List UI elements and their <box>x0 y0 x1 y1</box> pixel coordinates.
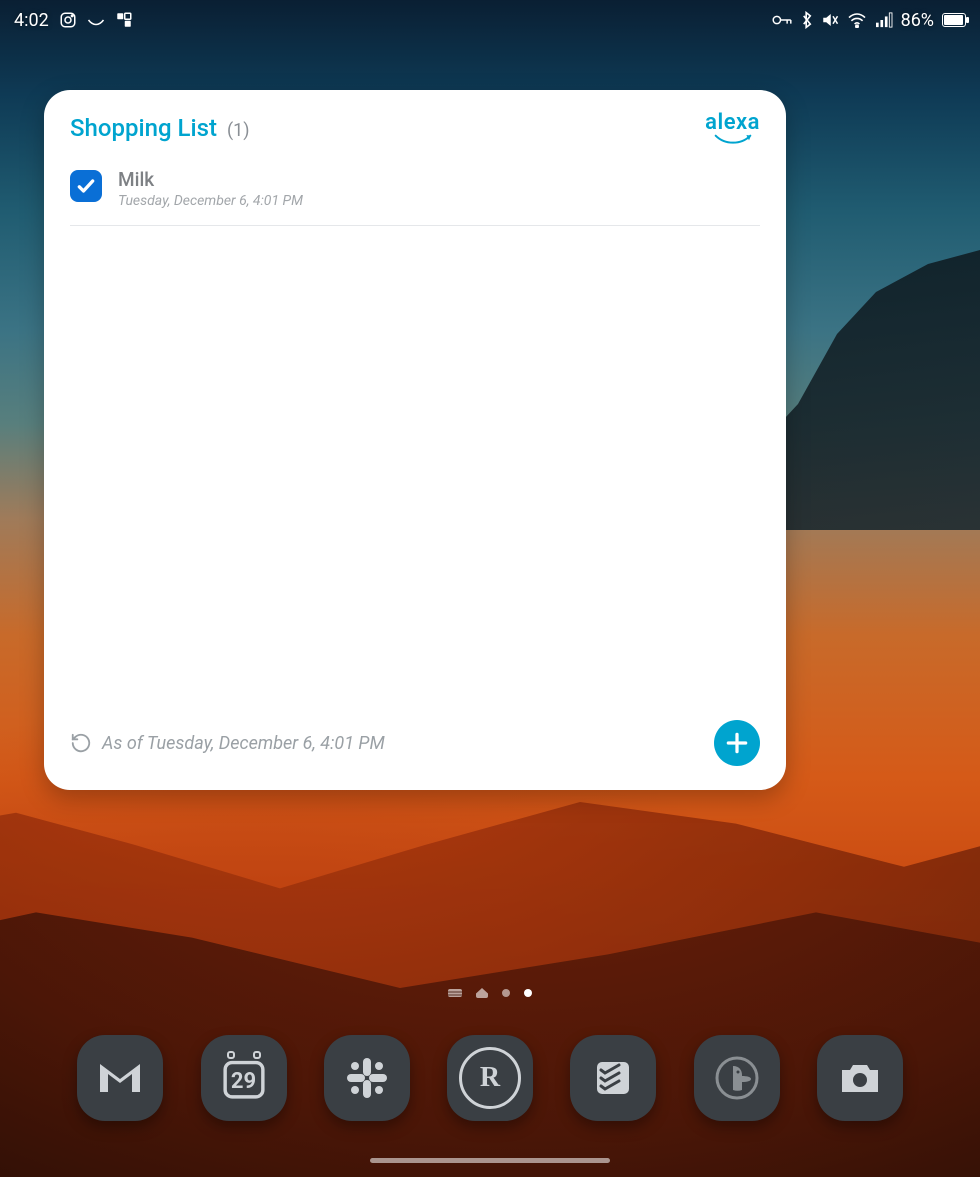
alexa-logo: alexa <box>705 112 760 144</box>
camera-icon <box>836 1054 884 1102</box>
check-icon <box>76 176 96 196</box>
footer-text: As of Tuesday, December 6, 4:01 PM <box>102 733 385 754</box>
duckduckgo-icon <box>713 1054 761 1102</box>
battery-percent: 86% <box>901 10 934 31</box>
notif-icon <box>87 14 105 26</box>
widget-title[interactable]: Shopping List <box>70 114 217 142</box>
app-slack[interactable] <box>324 1035 410 1121</box>
page-indicator[interactable] <box>448 988 532 998</box>
gesture-nav-bar[interactable] <box>370 1158 610 1163</box>
status-time: 4:02 <box>14 10 49 31</box>
instagram-notif-icon <box>59 11 77 29</box>
widget-list: Milk Tuesday, December 6, 4:01 PM <box>44 158 786 708</box>
item-timestamp: Tuesday, December 6, 4:01 PM <box>118 193 303 209</box>
widget-header: Shopping List (1) alexa <box>44 112 786 158</box>
home-screen[interactable]: 4:02 <box>0 0 980 1177</box>
mute-icon <box>821 11 839 29</box>
page-dot-active[interactable] <box>524 989 532 997</box>
page-dot-drawer[interactable] <box>448 989 462 997</box>
notif-icon <box>115 11 133 29</box>
slack-icon <box>343 1054 391 1102</box>
vpn-icon <box>771 13 793 27</box>
page-dot-home[interactable] <box>476 988 488 998</box>
todoist-icon <box>589 1054 637 1102</box>
signal-icon <box>875 12 893 28</box>
widget-footer: As of Tuesday, December 6, 4:01 PM <box>44 708 786 770</box>
app-calendar[interactable]: 29 <box>201 1035 287 1121</box>
wifi-icon <box>847 12 867 28</box>
app-r[interactable]: R <box>447 1035 533 1121</box>
add-item-button[interactable] <box>714 720 760 766</box>
status-bar: 4:02 <box>0 0 980 40</box>
gmail-icon <box>96 1054 144 1102</box>
list-item[interactable]: Milk Tuesday, December 6, 4:01 PM <box>70 158 760 226</box>
app-gmail[interactable] <box>77 1035 163 1121</box>
app-duckduckgo[interactable] <box>694 1035 780 1121</box>
bluetooth-icon <box>801 11 813 29</box>
app-todoist[interactable] <box>570 1035 656 1121</box>
calendar-day: 29 <box>231 1069 256 1094</box>
dock: 29 R <box>0 1035 980 1121</box>
app-camera[interactable] <box>817 1035 903 1121</box>
alexa-shopping-list-widget[interactable]: Shopping List (1) alexa Milk Tuesday, De… <box>44 90 786 790</box>
battery-icon <box>942 13 966 27</box>
app-r-label: R <box>480 1062 500 1094</box>
refresh-icon[interactable] <box>70 732 92 754</box>
checkbox-checked[interactable] <box>70 170 102 202</box>
item-name: Milk <box>118 168 303 191</box>
alexa-smile-icon <box>713 134 753 144</box>
widget-item-count: (1) <box>227 120 250 141</box>
page-dot[interactable] <box>502 989 510 997</box>
plus-icon <box>724 730 750 756</box>
